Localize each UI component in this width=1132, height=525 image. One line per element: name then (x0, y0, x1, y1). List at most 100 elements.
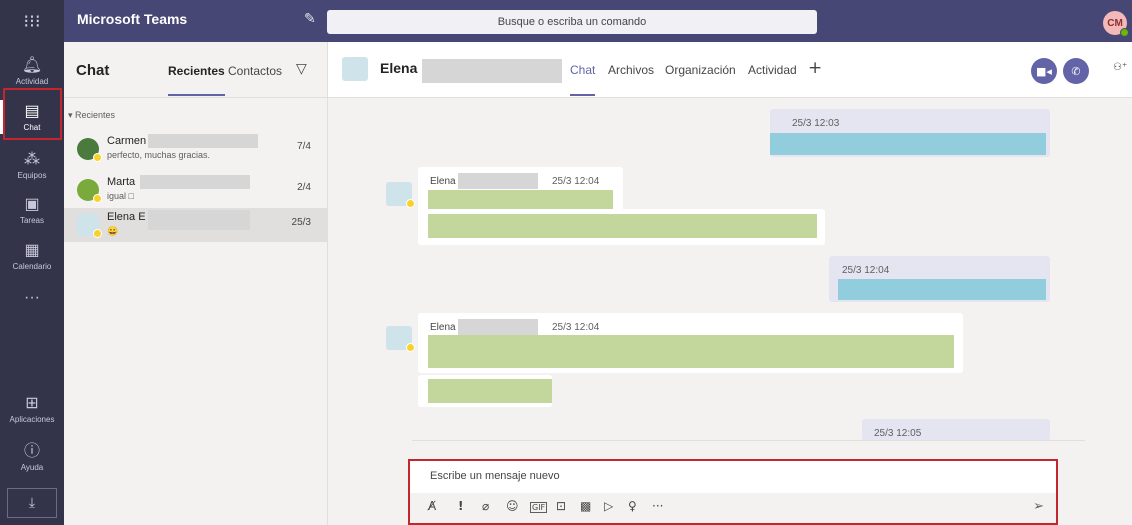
chat-date: 25/3 (291, 217, 311, 228)
redacted-surname (422, 59, 562, 83)
teams-icon: ⁂ (24, 150, 40, 168)
chat-name: Marta (107, 176, 136, 188)
conversation-header: Elena Chat Archivos Organización Activid… (328, 42, 1132, 98)
message-incoming-continuation (418, 375, 552, 407)
chat-preview: igual □ (107, 191, 134, 201)
sticker-icon[interactable]: ⊡ (556, 499, 566, 513)
redacted-message (838, 279, 1046, 300)
message-input[interactable]: Escribe un mensaje nuevo (430, 470, 560, 482)
redacted-surname (140, 175, 250, 189)
top-bar: ⁝⁝⁝ Microsoft Teams ✎ Busque o escriba u… (0, 0, 1132, 42)
help-icon: ⓘ (23, 442, 40, 460)
chat-item-elena[interactable]: Elena E 😀 25/3 (64, 208, 327, 242)
contact-name: Elena (380, 60, 418, 76)
tab-contactos[interactable]: Contactos (228, 64, 282, 78)
presence-available-icon (1120, 28, 1129, 37)
chat-preview: 😀 (107, 226, 119, 236)
avatar (77, 214, 102, 238)
chat-list-panel: Chat Recientes Contactos ▽ ▾ Recientes C… (64, 42, 328, 525)
tab-archivos[interactable]: Archivos (608, 63, 654, 77)
chat-highlight-box (3, 88, 62, 140)
sender-avatar (386, 326, 415, 352)
send-icon[interactable]: ➢ (1033, 499, 1044, 514)
contact-avatar (342, 57, 368, 81)
add-tab-icon[interactable]: + (808, 58, 822, 78)
important-icon[interactable]: ! (458, 499, 463, 513)
tasks-icon: ▣ (24, 195, 40, 213)
conversation-area: Elena Chat Archivos Organización Activid… (328, 42, 1132, 525)
sender-avatar (386, 182, 415, 208)
presence-away-icon (406, 199, 415, 208)
more-icon: ··· (24, 289, 40, 306)
chat-item-marta[interactable]: Marta igual □ 2/4 (64, 173, 327, 207)
download-icon[interactable]: ⤓ (7, 488, 57, 518)
composer-toolbar: A̸ ! ⌀ ☺ GIF ⊡ ▩ ▷ ♀ ··· ➢ (410, 493, 1056, 523)
message-time: 25/3 12:04 (552, 176, 600, 187)
chat-name: Carmen (107, 135, 147, 147)
tab-recientes[interactable]: Recientes (168, 64, 225, 96)
chat-item-carmen[interactable]: Carmen perfecto, muchas gracias. 7/4 (64, 132, 327, 166)
section-label-recientes[interactable]: ▾ Recientes (68, 110, 115, 121)
message-outgoing: 25/3 12:04 (829, 256, 1050, 302)
message-time: 25/3 12:03 (792, 118, 840, 129)
rail-label: Equipos (17, 170, 47, 180)
redacted-message (428, 379, 552, 403)
emoji-icon[interactable]: ☺ (506, 499, 519, 513)
message-time: 25/3 12:04 (552, 322, 600, 333)
gif-icon[interactable]: GIF (530, 502, 548, 513)
redacted-surname (458, 173, 538, 189)
message-incoming-continuation (418, 209, 825, 245)
rail-label: Ayuda (20, 462, 44, 472)
app-title: Microsoft Teams (77, 11, 188, 27)
rail-item-ayuda[interactable]: ⓘ Ayuda (0, 434, 64, 480)
rail-item-aplicaciones[interactable]: ⊞ Aplicaciones (0, 386, 64, 432)
chat-list-title: Chat (76, 62, 110, 79)
rail-item-more[interactable]: ··· (0, 276, 64, 322)
apps-icon: ⊞ (25, 394, 39, 412)
praise-icon[interactable]: ♀ (628, 499, 637, 513)
app-launcher-icon[interactable]: ⁝⁝⁝ (0, 0, 64, 42)
message-sender: Elena (430, 322, 456, 333)
meeting-icon[interactable]: ▩ (580, 499, 591, 513)
message-time: 25/3 12:05 (874, 428, 922, 439)
new-chat-icon[interactable]: ✎ (304, 11, 316, 27)
redacted-message (428, 214, 817, 238)
user-avatar[interactable]: CM (1103, 11, 1129, 37)
rail-item-equipos[interactable]: ⁂ Equipos (0, 142, 64, 188)
rail-label: Aplicaciones (9, 414, 55, 424)
redacted-message (770, 133, 1046, 155)
rail-item-calendario[interactable]: ▦ Calendario (0, 233, 64, 279)
tab-chat[interactable]: Chat (570, 63, 596, 96)
tab-organizacion[interactable]: Organización (665, 63, 736, 77)
message-outgoing: 25/3 12:05 (862, 419, 1050, 441)
chat-preview: perfecto, muchas gracias. (107, 150, 211, 160)
video-call-icon[interactable]: ■◂ (1031, 58, 1057, 84)
filter-icon[interactable]: ▽ (296, 61, 307, 77)
message-composer[interactable]: Escribe un mensaje nuevo A̸ ! ⌀ ☺ GIF ⊡ … (408, 459, 1058, 525)
redacted-surname (148, 210, 250, 230)
message-sender: Elena (430, 176, 456, 187)
tab-actividad[interactable]: Actividad (748, 63, 797, 77)
rail-label: Calendario (12, 261, 52, 271)
chat-list-header: Chat Recientes Contactos ▽ (64, 42, 327, 98)
calendar-icon: ▦ (24, 241, 40, 259)
user-initials: CM (1107, 17, 1123, 29)
rail-label: Actividad (15, 76, 49, 86)
avatar (77, 138, 102, 162)
search-input[interactable]: Busque o escriba un comando (327, 10, 817, 34)
avatar (77, 179, 102, 203)
composer-divider (412, 440, 1085, 441)
presence-away-icon (93, 194, 102, 203)
stream-icon[interactable]: ▷ (604, 499, 613, 513)
format-icon[interactable]: A̸ (428, 499, 436, 513)
redacted-surname (148, 134, 258, 148)
bell-icon: 🔔︎ (21, 56, 43, 74)
redacted-surname (458, 319, 538, 335)
attach-icon[interactable]: ⌀ (482, 499, 489, 513)
chat-date: 7/4 (297, 141, 311, 152)
audio-call-icon[interactable]: ✆ (1063, 58, 1089, 84)
rail-item-tareas[interactable]: ▣ Tareas (0, 187, 64, 233)
add-people-icon[interactable]: ⚇⁺ (1113, 62, 1127, 73)
presence-away-icon (406, 343, 415, 352)
more-options-icon[interactable]: ··· (652, 499, 663, 513)
